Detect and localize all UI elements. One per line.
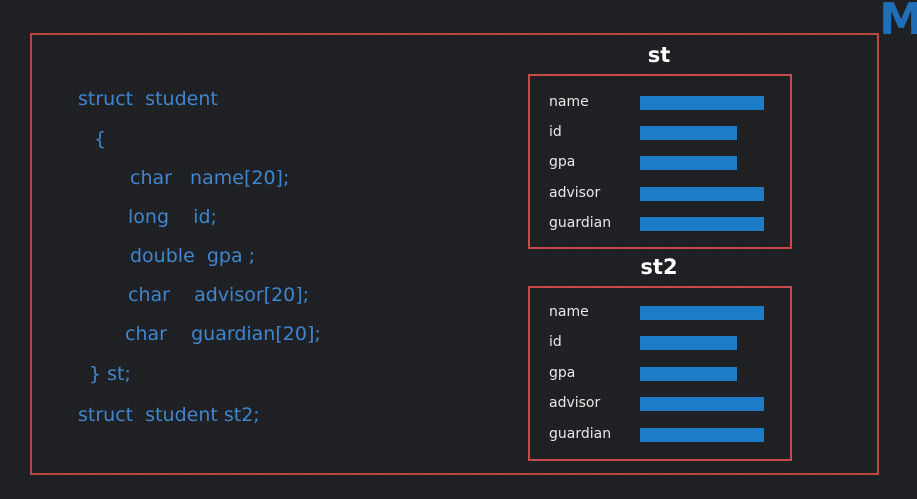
struct-box-st2: name id gpa advisor guardian (528, 286, 792, 461)
field-row-guardian: guardian (530, 422, 790, 446)
field-row-advisor: advisor (530, 181, 790, 205)
struct-title-st: st (647, 43, 671, 67)
field-label-id: id (549, 124, 562, 140)
field-bar-name (640, 306, 764, 320)
code-line-struct-decl: struct student (78, 88, 218, 110)
field-label-advisor: advisor (549, 185, 601, 201)
field-bar-id (640, 336, 737, 350)
code-line-id: long id; (128, 206, 217, 228)
field-bar-gpa (640, 156, 737, 170)
field-row-name: name (530, 90, 790, 114)
field-label-name: name (549, 304, 589, 320)
struct-box-st: name id gpa advisor guardian (528, 74, 792, 249)
code-line-open-brace: { (94, 128, 107, 150)
field-label-guardian: guardian (549, 215, 612, 231)
field-row-gpa: gpa (530, 361, 790, 385)
field-bar-advisor (640, 187, 764, 201)
code-line-advisor: char advisor[20]; (128, 284, 310, 306)
field-label-advisor: advisor (549, 395, 601, 411)
code-line-gpa: double gpa ; (130, 245, 256, 267)
field-row-id: id (530, 330, 790, 354)
code-line-guardian: char guardian[20]; (125, 323, 321, 345)
field-row-advisor: advisor (530, 391, 790, 415)
field-bar-id (640, 126, 737, 140)
field-label-name: name (549, 94, 589, 110)
field-row-id: id (530, 120, 790, 144)
struct-title-st2: st2 (640, 255, 678, 279)
field-row-guardian: guardian (530, 211, 790, 235)
corner-logo: M (879, 0, 917, 45)
field-label-gpa: gpa (549, 365, 576, 381)
slide: M struct student { char name[20]; long i… (0, 0, 917, 499)
field-bar-advisor (640, 397, 764, 411)
field-bar-name (640, 96, 764, 110)
field-bar-guardian (640, 217, 764, 231)
field-bar-guardian (640, 428, 764, 442)
field-label-guardian: guardian (549, 426, 612, 442)
code-line-name: char name[20]; (130, 167, 290, 189)
code-line-st2-decl: struct student st2; (78, 404, 260, 426)
field-row-gpa: gpa (530, 150, 790, 174)
field-row-name: name (530, 300, 790, 324)
code-line-close-st: } st; (89, 363, 131, 385)
field-label-id: id (549, 334, 562, 350)
field-bar-gpa (640, 367, 737, 381)
field-label-gpa: gpa (549, 154, 576, 170)
